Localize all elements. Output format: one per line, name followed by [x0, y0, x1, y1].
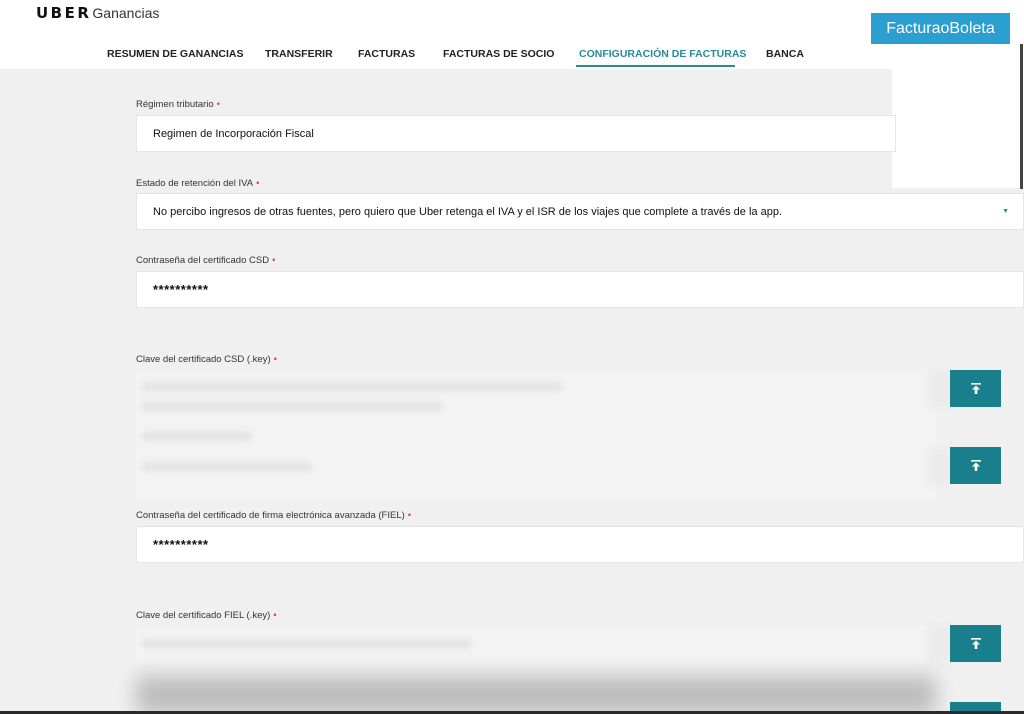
upload-arrow-icon [970, 460, 981, 471]
button-shadow [928, 448, 950, 485]
retencion-select[interactable]: No percibo ingresos de otras fuentes, pe… [136, 193, 1024, 230]
overlay-panel [892, 69, 1024, 188]
uber-logo-text: UBER [36, 4, 92, 22]
tab-facturas-de-socio[interactable]: FACTURAS DE SOCIO [443, 48, 554, 60]
required-mark: • [273, 610, 277, 621]
regimen-field[interactable]: Regimen de Incorporación Fiscal [136, 115, 896, 152]
retencion-label: Estado de retención del IVA • [136, 178, 259, 189]
blurred-field-bottom [136, 676, 936, 714]
csd-key-label: Clave del certificado CSD (.key) • [136, 354, 277, 365]
upload-arrow-icon [970, 638, 981, 649]
button-shadow [928, 371, 950, 408]
csd-password-label-text: Contraseña del certificado CSD [136, 255, 270, 266]
upload-arrow-icon [970, 383, 981, 394]
required-mark: • [273, 354, 277, 365]
fiel-key-label: Clave del certificado FIEL (.key) • [136, 610, 277, 621]
button-shadow [928, 626, 950, 663]
chevron-down-icon[interactable]: ▼ [1002, 208, 1009, 215]
watermark-badge: FacturaoBoleta [871, 13, 1010, 44]
tab-banca[interactable]: BANCA [766, 48, 804, 60]
regimen-label: Régimen tributario • [136, 99, 220, 110]
required-mark: • [272, 255, 276, 266]
csd-password-label: Contraseña del certificado CSD • [136, 255, 275, 266]
retencion-label-text: Estado de retención del IVA [136, 178, 254, 189]
fiel-password-value: ********** [153, 537, 209, 552]
main-nav: RESUMEN DE GANANCIAS TRANSFERIR FACTURAS… [0, 40, 1024, 69]
tab-resumen-de-ganancias[interactable]: RESUMEN DE GANANCIAS [107, 48, 244, 60]
upload-csd-key-button[interactable] [950, 447, 1001, 484]
fiel-file-area-blurred [136, 626, 936, 664]
uber-ganancias-logo[interactable]: UBER Ganancias [36, 4, 159, 22]
fiel-password-input[interactable]: ********** [136, 526, 1024, 563]
active-tab-indicator [576, 65, 735, 67]
required-mark: • [216, 99, 220, 110]
ganancias-logo-text: Ganancias [92, 5, 160, 21]
csd-file-area-blurred [136, 370, 936, 500]
fiel-key-label-text: Clave del certificado FIEL (.key) [136, 610, 271, 621]
regimen-label-text: Régimen tributario [136, 99, 214, 110]
tab-configuracion-de-facturas[interactable]: CONFIGURACIÓN DE FACTURAS [579, 48, 746, 60]
tab-transferir[interactable]: TRANSFERIR [265, 48, 333, 60]
upload-csd-cer-button[interactable] [950, 370, 1001, 407]
regimen-value: Regimen de Incorporación Fiscal [153, 127, 314, 140]
csd-key-label-text: Clave del certificado CSD (.key) [136, 354, 271, 365]
window-edge [1020, 44, 1023, 189]
required-mark: • [407, 510, 412, 521]
upload-fiel-cer-button[interactable] [950, 625, 1001, 662]
fiel-password-label: Contraseña del certificado de firma elec… [136, 510, 411, 521]
fiel-password-label-text: Contraseña del certificado de firma elec… [136, 510, 405, 521]
csd-password-value: ********** [153, 282, 209, 297]
csd-password-input[interactable]: ********** [136, 271, 1024, 308]
required-mark: • [256, 178, 260, 189]
tab-facturas[interactable]: FACTURAS [358, 48, 415, 60]
retencion-value: No percibo ingresos de otras fuentes, pe… [153, 205, 782, 218]
